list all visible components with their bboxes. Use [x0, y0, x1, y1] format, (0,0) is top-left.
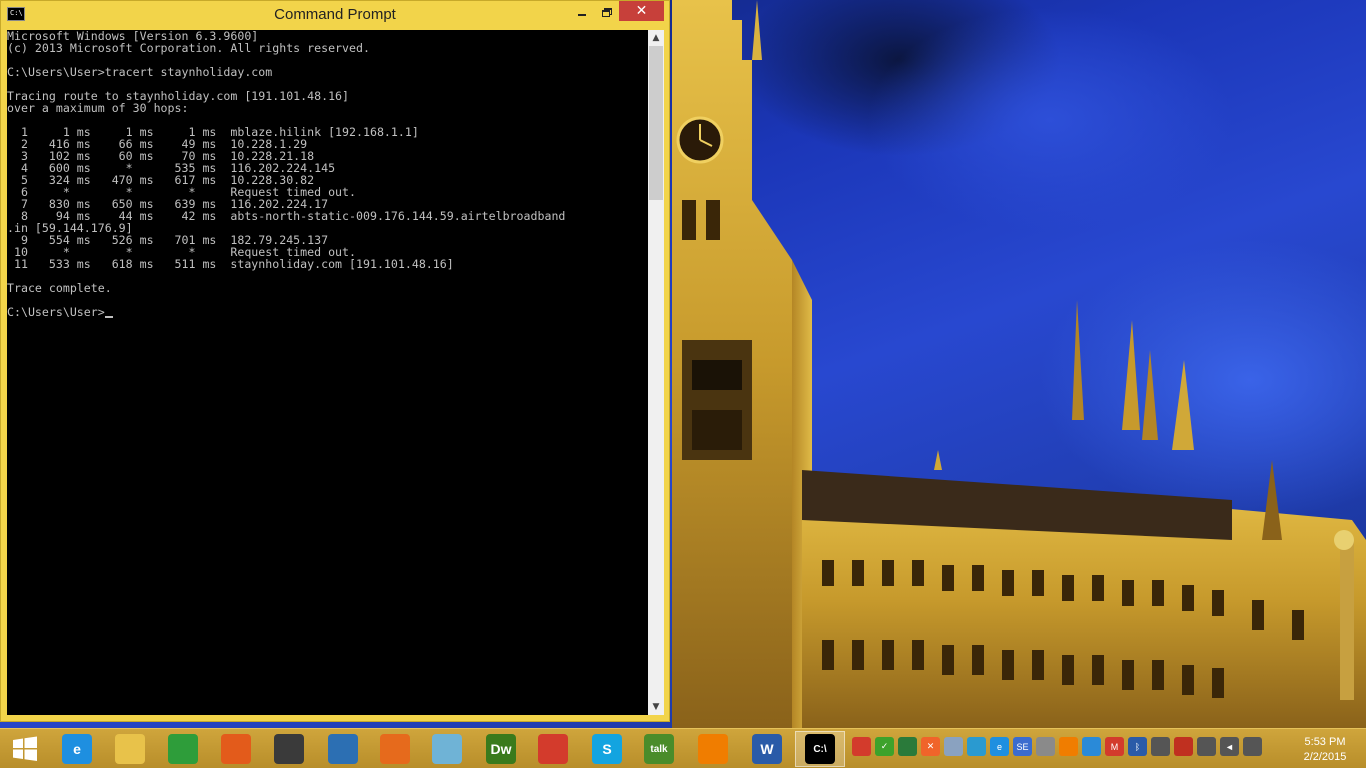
office-icon	[221, 734, 251, 764]
camera-app-icon	[328, 734, 358, 764]
taskbar: e Dw Stalk W C:\ ✓ ✕ e SE M ᛒ ◄ 5:53 PM 2/2/2015	[0, 728, 1366, 768]
taskbar-button-office[interactable]	[211, 731, 261, 767]
taskbar-button-notes[interactable]	[422, 731, 472, 767]
taskbar-button-file-explorer[interactable]	[105, 731, 155, 767]
clock-date: 2/2/2015	[1303, 751, 1347, 763]
taskbar-button-internet-explorer[interactable]: e	[52, 731, 102, 767]
close-icon: ✕	[635, 3, 648, 19]
signal-icon[interactable]	[1243, 737, 1262, 756]
clock-time: 5:53 PM	[1304, 736, 1346, 748]
windows-start-icon	[10, 734, 40, 764]
shield-check-icon[interactable]: ✓	[875, 737, 894, 756]
file-explorer-icon	[115, 734, 145, 764]
vlc-icon	[698, 734, 728, 764]
firefox-icon	[380, 734, 410, 764]
scroll-up-button[interactable]: ▲	[648, 30, 664, 46]
store-icon	[168, 734, 198, 764]
volume-icon[interactable]: ◄	[1220, 737, 1239, 756]
system-tray: ✓ ✕ e SE M ᛒ ◄	[852, 737, 1262, 761]
sync-icon[interactable]	[1082, 737, 1101, 756]
command-prompt-window[interactable]: C:\ Command Prompt ✕ Microsoft Windows […	[0, 0, 670, 722]
ie-tray-icon[interactable]: e	[990, 737, 1009, 756]
console-line: C:\Users\User>tracert staynholiday.com	[7, 65, 273, 79]
chrome-tray-icon[interactable]	[852, 737, 871, 756]
app-tray-icon[interactable]	[967, 737, 986, 756]
taskbar-button-google-talk[interactable]: talk	[634, 731, 684, 767]
taskbar-button-chrome[interactable]	[528, 731, 578, 767]
bluetooth-icon[interactable]: ᛒ	[1128, 737, 1147, 756]
taskbar-button-camera-app[interactable]	[318, 731, 368, 767]
console-prompt: C:\Users\User>	[7, 305, 105, 319]
scroll-down-button[interactable]: ▼	[648, 699, 664, 715]
cloud-icon[interactable]	[944, 737, 963, 756]
console-text: Microsoft Windows [Version 6.3.9600] (c)…	[7, 30, 648, 318]
close-button[interactable]: ✕	[619, 1, 664, 21]
text-cursor	[104, 316, 113, 318]
link-icon[interactable]	[1036, 737, 1055, 756]
google-talk-icon: talk	[644, 734, 674, 764]
battery-icon[interactable]	[1197, 737, 1216, 756]
console-line: Trace complete.	[7, 281, 112, 295]
restore-button[interactable]	[595, 1, 621, 21]
internet-explorer-icon: e	[62, 734, 92, 764]
vlc-tray-icon[interactable]	[1059, 737, 1078, 756]
network-tool-icon[interactable]	[898, 737, 917, 756]
wallpaper-town-hall-image	[672, 0, 1366, 728]
taskbar-button-dreamweaver[interactable]: Dw	[476, 731, 526, 767]
console-line: 11 533 ms 618 ms 511 ms staynholiday.com…	[7, 257, 454, 271]
dreamweaver-icon: Dw	[486, 734, 516, 764]
taskbar-button-command-prompt[interactable]: C:\	[795, 731, 845, 767]
taskbar-button-firefox[interactable]	[370, 731, 420, 767]
xampp-icon[interactable]: ✕	[921, 737, 940, 756]
flag-icon[interactable]	[1174, 737, 1193, 756]
scroll-thumb[interactable]	[649, 46, 663, 200]
taskbar-button-word[interactable]: W	[742, 731, 792, 767]
skype-icon: S	[592, 734, 622, 764]
console-line: over a maximum of 30 hops:	[7, 101, 189, 115]
word-icon: W	[752, 734, 782, 764]
notes-icon	[432, 734, 462, 764]
taskbar-button-app[interactable]	[264, 731, 314, 767]
minimize-icon	[578, 14, 586, 16]
se-icon[interactable]: SE	[1013, 737, 1032, 756]
title-bar[interactable]: C:\ Command Prompt ✕	[1, 1, 669, 29]
taskbar-button-vlc[interactable]	[688, 731, 738, 767]
taskbar-button-store[interactable]	[158, 731, 208, 767]
display-icon[interactable]	[1151, 737, 1170, 756]
taskbar-button-skype[interactable]: S	[582, 731, 632, 767]
taskbar-button-windows-start[interactable]	[0, 731, 50, 767]
minimize-button[interactable]	[569, 1, 595, 21]
console-output[interactable]: Microsoft Windows [Version 6.3.9600] (c)…	[7, 30, 648, 715]
command-prompt-icon: C:\	[805, 734, 835, 764]
vertical-scrollbar[interactable]: ▲ ▼	[648, 30, 664, 715]
app-icon	[274, 734, 304, 764]
console-line: (c) 2013 Microsoft Corporation. All righ…	[7, 41, 370, 55]
restore-icon-front	[602, 10, 610, 17]
gmail-icon[interactable]: M	[1105, 737, 1124, 756]
clock[interactable]: 5:53 PM 2/2/2015	[1292, 735, 1358, 765]
chrome-icon	[538, 734, 568, 764]
